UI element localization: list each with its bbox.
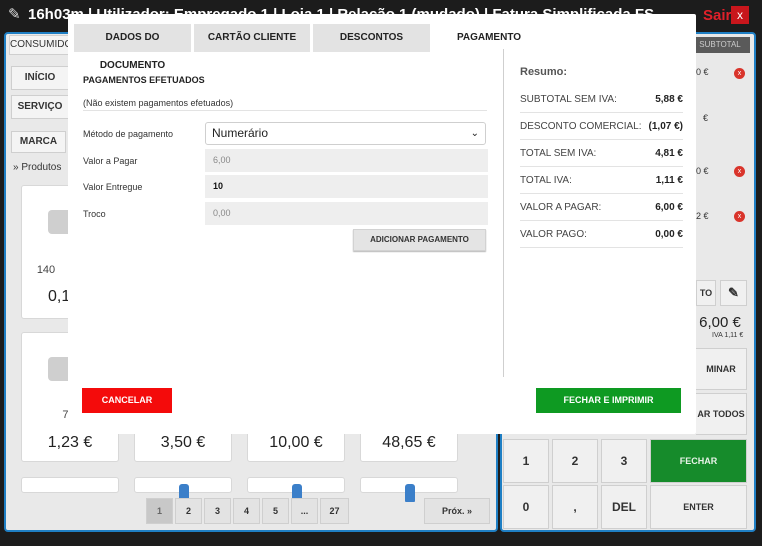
summary-label: SUBTOTAL SEM IVA:	[520, 94, 617, 105]
nav-servico[interactable]: SERVIÇO	[11, 95, 69, 119]
summary-row: TOTAL IVA: 1,11 €	[520, 167, 683, 194]
payment-method-value: Numerário	[212, 126, 269, 140]
amount-delivered-input[interactable]: 10	[205, 175, 488, 198]
summary-value: 5,88 €	[655, 94, 683, 105]
summary-row: VALOR PAGO: 0,00 €	[520, 221, 683, 248]
tab-dados-documento[interactable]: DADOS DO DOCUMENTO	[74, 24, 191, 71]
page-1-button[interactable]: 1	[146, 498, 173, 524]
subtotal-column-header: SUBTOTAL	[690, 37, 750, 53]
product-tile[interactable]	[21, 477, 119, 493]
nav-inicio[interactable]: INÍCIO	[11, 66, 69, 90]
product-tile[interactable]	[360, 477, 458, 502]
order-iva: IVA 1,11 €	[712, 332, 744, 339]
chevron-down-icon: ⌄	[470, 128, 479, 139]
product-tile[interactable]	[134, 477, 232, 502]
page-ellipsis: ...	[291, 498, 318, 524]
bottle-icon	[405, 484, 415, 502]
delete-all-button[interactable]: AR TODOS	[696, 393, 747, 435]
summary-label: VALOR A PAGAR:	[520, 202, 602, 213]
summary-title: Resumo:	[520, 66, 568, 78]
add-payment-button[interactable]: ADICIONAR PAGAMENTO	[353, 229, 486, 251]
summary-value: 6,00 €	[655, 202, 683, 213]
product-tile[interactable]: 140 0,1	[21, 185, 80, 319]
summary-label: DESCONTO COMERCIAL:	[520, 121, 642, 132]
order-line-subtotal: 0 €	[696, 166, 709, 176]
cancel-button[interactable]: CANCELAR	[82, 388, 172, 413]
summary-label: TOTAL IVA:	[520, 175, 572, 186]
tab-cartao-cliente[interactable]: CARTÃO CLIENTE	[194, 24, 310, 52]
column-divider	[503, 49, 504, 377]
summary-value: 1,11 €	[655, 175, 683, 186]
edit-pencil-icon[interactable]: ✎	[720, 280, 747, 306]
summary-row: VALOR A PAGAR: 6,00 €	[520, 194, 683, 221]
page-2-button[interactable]: 2	[175, 498, 202, 524]
change-label: Troco	[83, 209, 106, 219]
product-price: 10,00 €	[269, 434, 323, 451]
payment-method-label: Método de pagamento	[83, 129, 174, 139]
keypad-comma[interactable]: ,	[552, 485, 598, 529]
summary-value: 0,00 €	[655, 229, 683, 240]
order-line-subtotal: €	[703, 113, 709, 123]
summary-row: TOTAL SEM IVA: 4,81 €	[520, 140, 683, 167]
product-tile[interactable]	[247, 477, 345, 502]
delete-line-icon[interactable]: x	[734, 68, 745, 79]
breadcrumb[interactable]: » Produtos	[13, 162, 61, 173]
product-price: 3,50 €	[160, 434, 206, 451]
change-field: 0,00	[205, 202, 488, 225]
exit-link[interactable]: Sair	[703, 7, 731, 24]
page-4-button[interactable]: 4	[233, 498, 260, 524]
section-divider	[83, 110, 487, 111]
amount-due-field: 6,00	[205, 149, 488, 172]
page-3-button[interactable]: 3	[204, 498, 231, 524]
fechar-key[interactable]: FECHAR	[650, 439, 747, 483]
order-total: ) 6,00 €	[690, 314, 741, 331]
keypad-3[interactable]: 3	[601, 439, 647, 483]
payment-dialog: DADOS DO DOCUMENTO CARTÃO CLIENTE DESCON…	[68, 14, 696, 434]
page-5-button[interactable]: 5	[262, 498, 289, 524]
order-line-subtotal: 0 €	[696, 67, 709, 77]
enter-key[interactable]: ENTER	[650, 485, 747, 529]
product-price: 0,1	[48, 288, 71, 305]
product-price: 48,65 €	[382, 434, 436, 451]
summary-label: VALOR PAGO:	[520, 229, 587, 240]
delete-line-icon[interactable]: x	[734, 166, 745, 177]
keypad-1[interactable]: 1	[503, 439, 549, 483]
summary-label: TOTAL SEM IVA:	[520, 148, 597, 159]
product-name: 140	[36, 264, 56, 276]
product-price: 1,23 €	[47, 434, 93, 451]
keypad-2[interactable]: 2	[552, 439, 598, 483]
tab-descontos[interactable]: DESCONTOS	[313, 24, 430, 52]
amount-delivered-label: Valor Entregue	[83, 182, 143, 192]
summary-value: 4,81 €	[655, 148, 683, 159]
summary-value: (1,07 €)	[648, 121, 683, 132]
order-line-subtotal: 2 €	[696, 211, 709, 221]
pencil-icon[interactable]: ✎	[8, 7, 24, 23]
next-page-button[interactable]: Próx. »	[424, 498, 490, 524]
tab-pagamento[interactable]: PAGAMENTO	[431, 24, 547, 52]
keypad-0[interactable]: 0	[503, 485, 549, 529]
close-and-print-button[interactable]: FECHAR E IMPRIMIR	[536, 388, 681, 413]
amount-due-label: Valor a Pagar	[83, 156, 138, 166]
payments-empty-note: (Não existem pagamentos efetuados)	[83, 98, 234, 108]
payment-method-select[interactable]: Numerário ⌄	[205, 122, 486, 145]
delete-line-button[interactable]: MINAR	[696, 348, 747, 390]
payments-title: PAGAMENTOS EFETUADOS	[83, 75, 205, 85]
close-app-button[interactable]: x	[731, 6, 749, 24]
tab-consumido[interactable]: CONSUMIDO	[9, 35, 72, 55]
summary-row: DESCONTO COMERCIAL: (1,07 €)	[520, 113, 683, 140]
document-button[interactable]: TO	[696, 280, 716, 306]
summary-row: SUBTOTAL SEM IVA: 5,88 €	[520, 86, 683, 113]
filter-marca[interactable]: MARCA	[11, 131, 66, 153]
page-27-button[interactable]: 27	[320, 498, 349, 524]
delete-line-icon[interactable]: x	[734, 211, 745, 222]
keypad-del[interactable]: DEL	[601, 485, 647, 529]
